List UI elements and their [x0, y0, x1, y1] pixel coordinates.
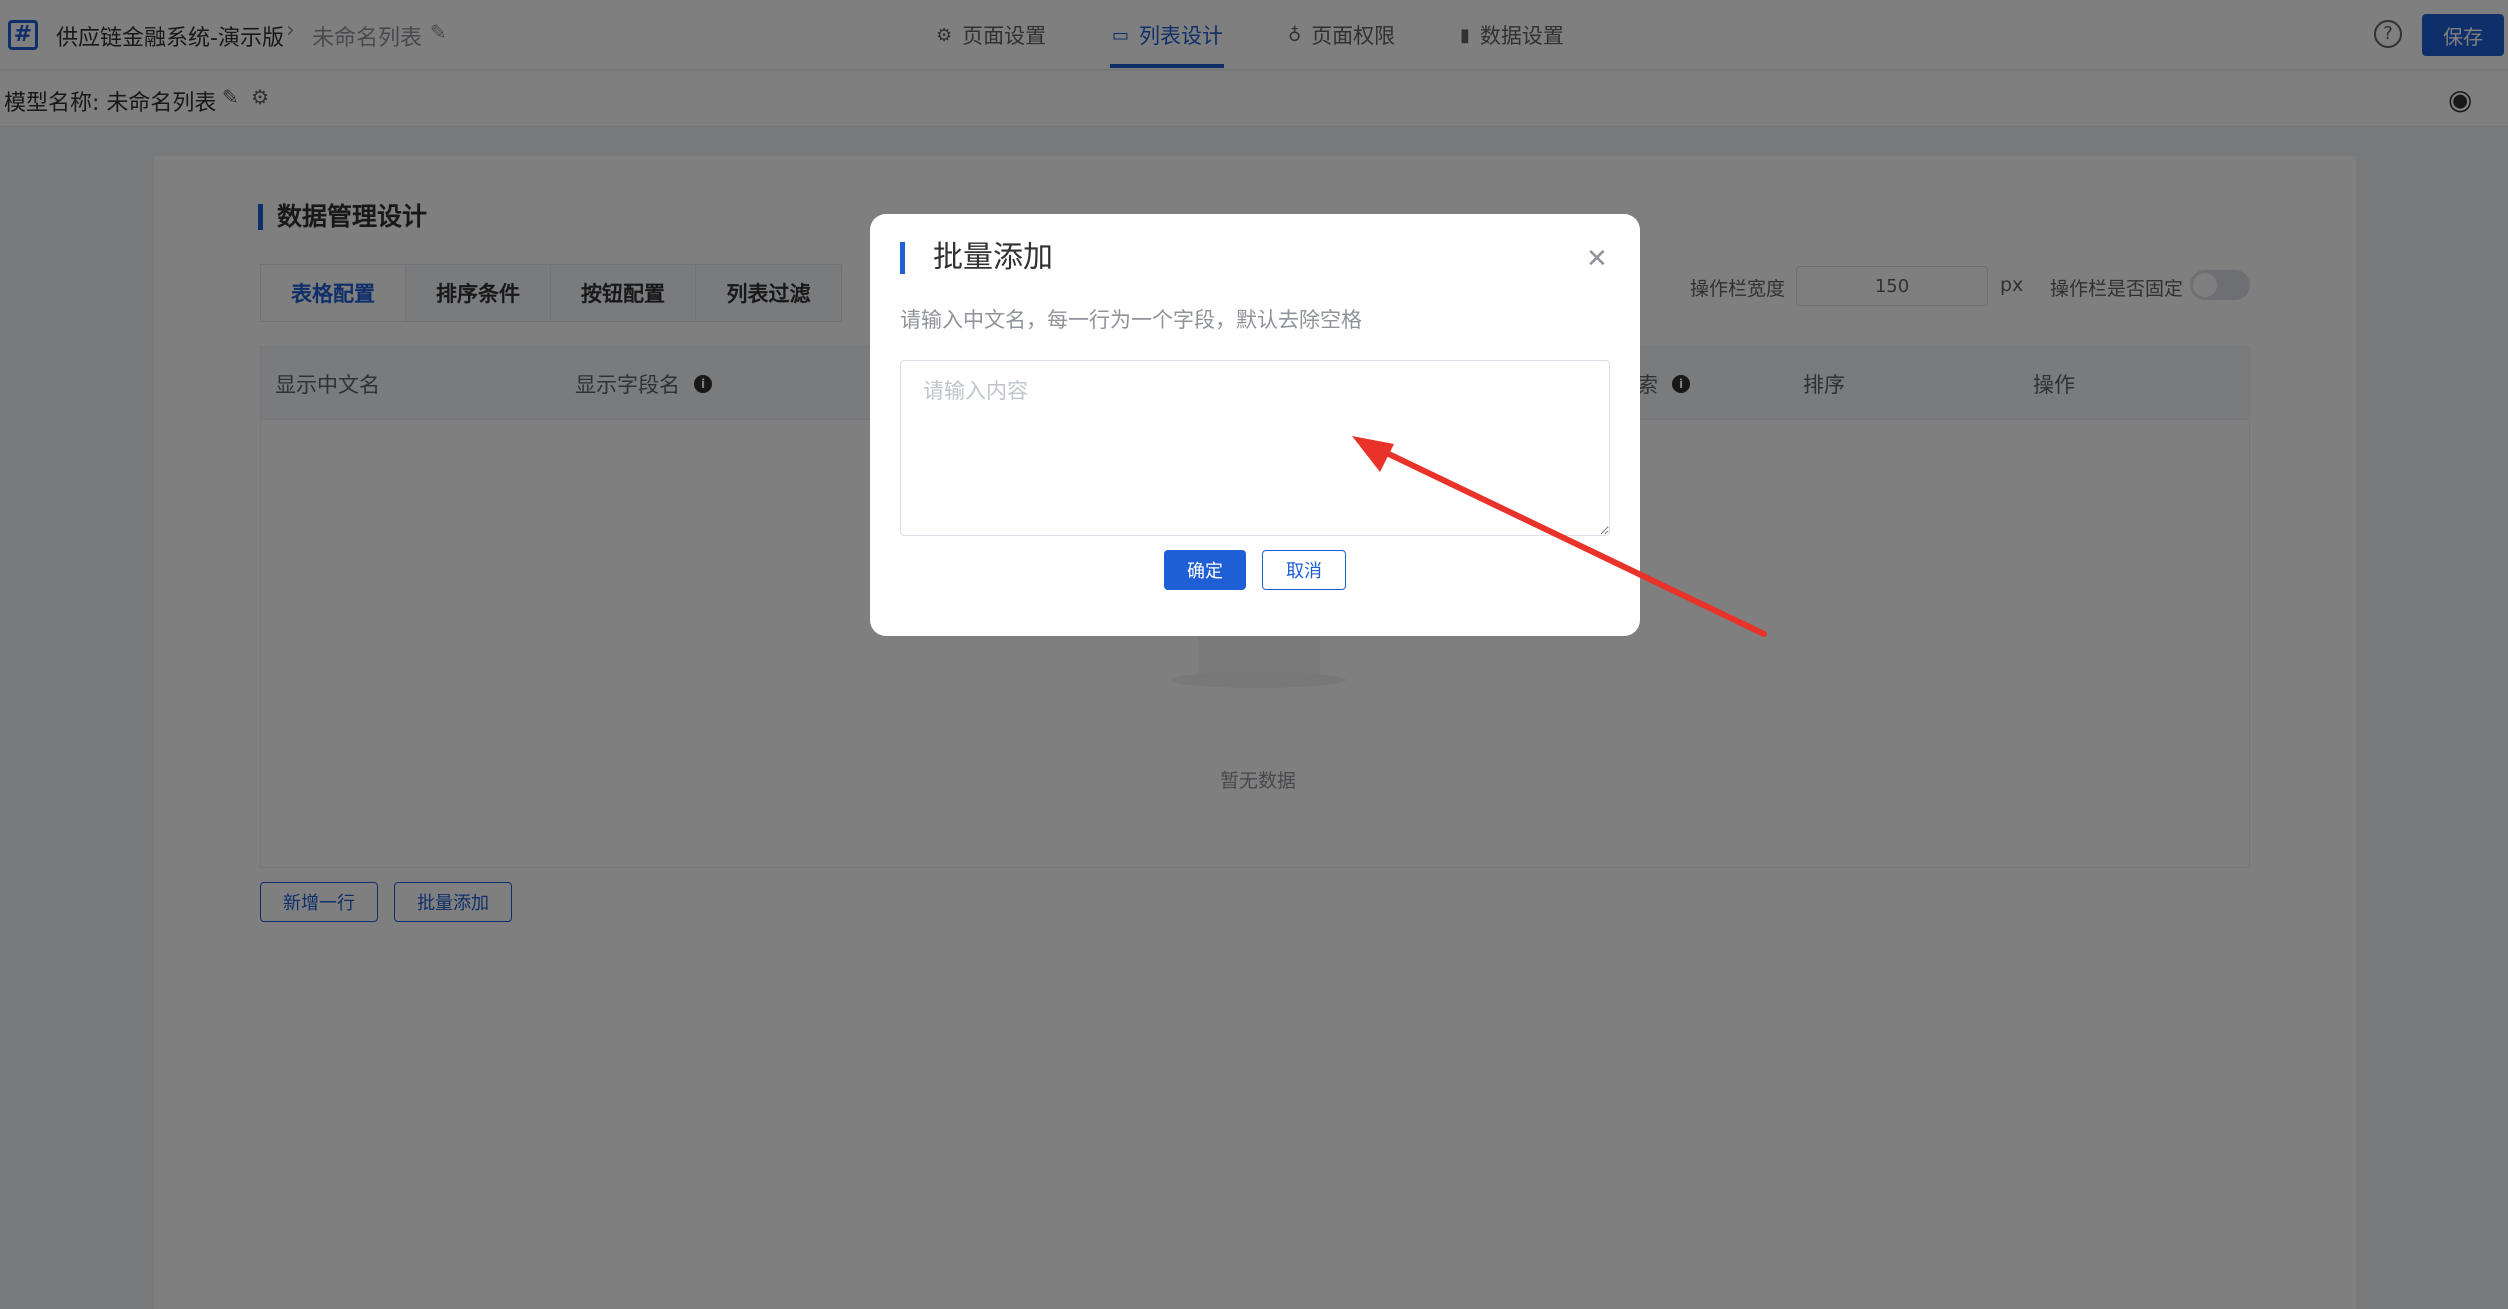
confirm-button[interactable]: 确定 [1164, 550, 1246, 590]
batch-fields-textarea[interactable] [900, 360, 1610, 536]
modal-overlay[interactable] [0, 0, 2508, 1309]
batch-add-dialog: 批量添加 ✕ 请输入中文名，每一行为一个字段，默认去除空格 确定 取消 [870, 214, 1640, 636]
dialog-title: 批量添加 [900, 242, 1053, 274]
close-icon[interactable]: ✕ [1586, 244, 1608, 274]
dialog-hint: 请输入中文名，每一行为一个字段，默认去除空格 [900, 308, 1362, 332]
cancel-button[interactable]: 取消 [1262, 550, 1346, 590]
